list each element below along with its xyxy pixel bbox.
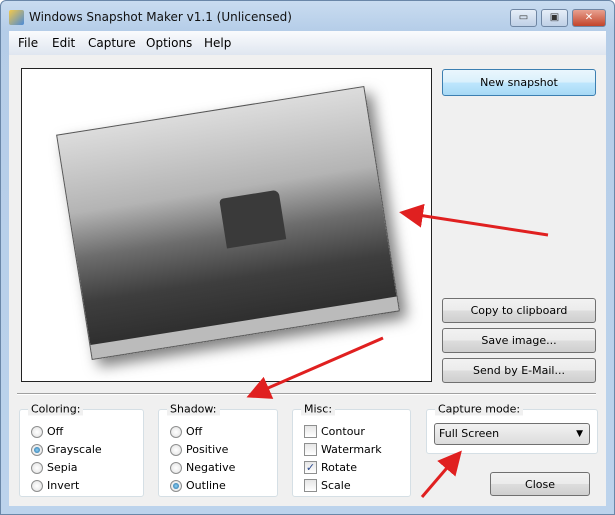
menu-file[interactable]: File [18,36,38,50]
menu-capture[interactable]: Capture [88,36,136,50]
save-image-button[interactable]: Save image... [442,328,596,353]
send-email-button[interactable]: Send by E-Mail... [442,358,596,383]
menu-bar: File Edit Capture Options Help [9,31,606,55]
coloring-off-radio[interactable]: Off [31,425,63,438]
shadow-group: Shadow: Off Positive Negative Outline [158,402,278,497]
coloring-grayscale-radio[interactable]: Grayscale [31,443,102,456]
minimize-button[interactable]: ▭ [510,9,537,27]
misc-label: Misc: [301,402,336,416]
capture-mode-group: Capture mode: Full Screen ▼ [426,402,598,454]
contour-checkbox[interactable]: Contour [304,425,365,438]
shadow-off-radio[interactable]: Off [170,425,202,438]
watermark-checkbox[interactable]: Watermark [304,443,382,456]
menu-edit[interactable]: Edit [52,36,75,50]
preview-taskbar [90,296,399,359]
close-button[interactable]: Close [490,472,590,496]
coloring-sepia-radio[interactable]: Sepia [31,461,78,474]
window-frame: Windows Snapshot Maker v1.1 (Unlicensed)… [0,0,615,515]
misc-group: Misc: Contour Watermark ✓ Rotate Scale [292,402,411,497]
coloring-label: Coloring: [28,402,84,416]
shadow-positive-radio[interactable]: Positive [170,443,228,456]
app-icon [9,10,24,25]
copy-to-clipboard-button[interactable]: Copy to clipboard [442,298,596,323]
new-snapshot-button[interactable]: New snapshot [442,69,596,96]
menu-help[interactable]: Help [204,36,231,50]
scale-checkbox[interactable]: Scale [304,479,351,492]
shadow-label: Shadow: [167,402,220,416]
coloring-invert-radio[interactable]: Invert [31,479,79,492]
snapshot-preview [21,68,432,382]
shadow-outline-radio[interactable]: Outline [170,479,226,492]
rock-formation [219,189,287,249]
rotate-checkbox[interactable]: ✓ Rotate [304,461,357,474]
separator [17,393,596,395]
capture-mode-select[interactable]: Full Screen ▼ [434,423,590,445]
capture-mode-label: Capture mode: [435,402,524,416]
maximize-button[interactable]: ▣ [541,9,568,27]
close-window-button[interactable]: ✕ [572,9,606,27]
chevron-down-icon: ▼ [576,429,583,439]
shadow-negative-radio[interactable]: Negative [170,461,235,474]
preview-image [56,85,400,361]
client-area: File Edit Capture Options Help New snaps… [9,31,606,506]
window-title: Windows Snapshot Maker v1.1 (Unlicensed) [29,10,292,24]
menu-options[interactable]: Options [146,36,192,50]
coloring-group: Coloring: Off Grayscale Sepia Invert [19,402,144,497]
